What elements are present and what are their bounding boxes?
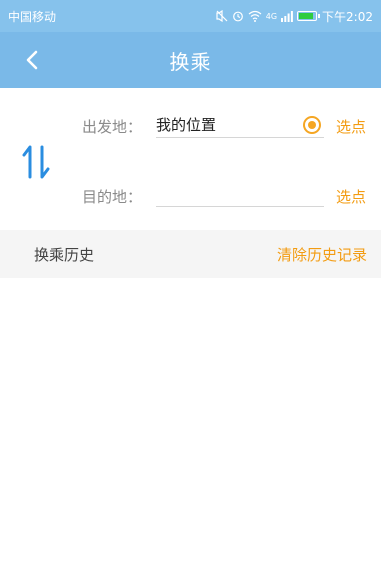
- carrier-label: 中国移动: [8, 9, 57, 24]
- network-type-label: 4G: [265, 11, 278, 21]
- origin-value: 我的位置: [156, 116, 217, 134]
- route-panel: 出发地： 我的位置 选点 目的地： 选点: [0, 88, 381, 230]
- page-title: 换乘: [169, 49, 212, 74]
- history-header: 换乘历史 清除历史记录: [0, 230, 381, 278]
- history-list: [0, 278, 381, 580]
- swap-route-button[interactable]: [20, 144, 54, 180]
- wifi-icon: [248, 10, 262, 22]
- status-right: 4G 下午2:02: [216, 8, 373, 25]
- destination-pick-point-button[interactable]: 选点: [336, 186, 366, 207]
- swap-vertical-icon: [22, 145, 50, 179]
- status-icons: 4G: [216, 10, 321, 22]
- current-location-icon[interactable]: [303, 116, 321, 134]
- destination-input[interactable]: [156, 181, 324, 207]
- alarm-icon: [232, 11, 243, 22]
- history-title: 换乘历史: [34, 245, 95, 264]
- origin-input[interactable]: 我的位置: [156, 112, 324, 138]
- status-bar: 中国移动 4G 下午2:02: [0, 0, 381, 32]
- nav-bar: 换乘: [0, 32, 381, 88]
- origin-label: 出发地：: [82, 118, 143, 136]
- clear-history-button[interactable]: 清除历史记录: [277, 244, 367, 265]
- destination-label: 目的地：: [82, 188, 143, 206]
- origin-pick-point-button[interactable]: 选点: [336, 116, 366, 137]
- back-button[interactable]: [18, 46, 46, 74]
- battery-icon: [297, 11, 321, 21]
- chevron-left-icon: [26, 50, 38, 70]
- status-time: 下午2:02: [322, 9, 373, 24]
- mute-icon: [216, 10, 228, 22]
- signal-icon: [281, 11, 293, 22]
